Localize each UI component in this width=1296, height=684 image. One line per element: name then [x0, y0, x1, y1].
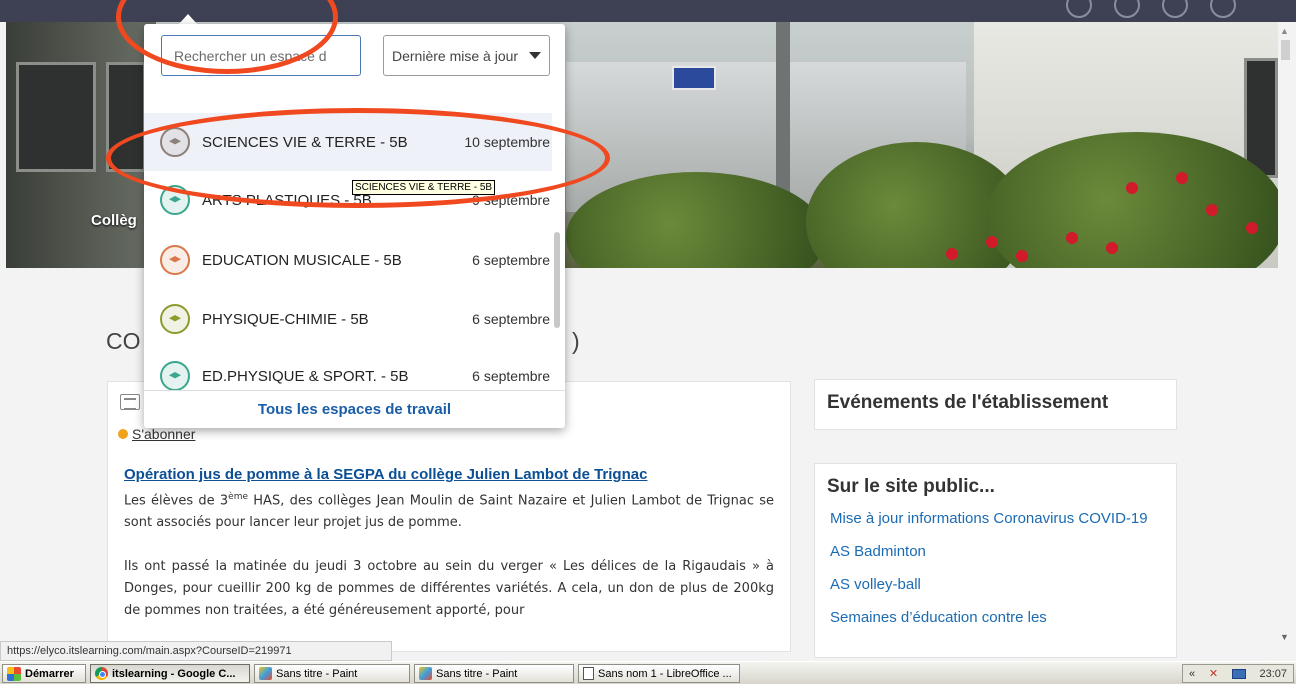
- paint-icon: [419, 667, 432, 680]
- newspaper-icon: [120, 394, 140, 410]
- all-workspaces-link[interactable]: Tous les espaces de travail: [144, 390, 565, 428]
- page-scroll-down-arrow[interactable]: ▼: [1280, 632, 1289, 642]
- libreoffice-icon: [583, 667, 594, 680]
- hero-title: Collèg: [91, 212, 137, 229]
- chevron-down-icon: [529, 52, 541, 59]
- subscribe-label: S'abonner: [132, 426, 196, 442]
- hero-window: [1244, 58, 1278, 178]
- hero-flower: [1126, 182, 1138, 194]
- sort-select-value: Dernière mise à jour: [392, 47, 519, 64]
- windows-logo-icon: [7, 666, 21, 681]
- workspace-item-musique[interactable]: EDUCATION MUSICALE - 5B 6 septembre: [144, 231, 552, 289]
- workspace-item-date: 6 septembre: [472, 252, 550, 268]
- events-card: Evénements de l'établissement: [814, 379, 1177, 430]
- news-article: Opération jus de pomme à la SEGPA du col…: [107, 452, 791, 652]
- workspace-item-date: 6 septembre: [472, 368, 550, 384]
- sort-select[interactable]: Dernière mise à jour: [383, 35, 550, 76]
- tray-expand-button[interactable]: «: [1189, 668, 1195, 680]
- workspace-item-label: ED.PHYSIQUE & SPORT. - 5B: [202, 367, 409, 385]
- page-scroll-up-arrow[interactable]: ▲: [1280, 26, 1289, 36]
- page-title: CO: [106, 328, 141, 354]
- workspace-item-eps[interactable]: ED.PHYSIQUE & SPORT. - 5B 6 septembre: [144, 347, 552, 390]
- start-button[interactable]: Démarrer: [2, 664, 86, 683]
- paint-icon: [259, 667, 272, 680]
- topbar-icon-2[interactable]: [1114, 0, 1140, 18]
- article-paragraph-2: Ils ont passé la matinée du jeudi 3 octo…: [124, 559, 774, 619]
- hero-flower: [1206, 204, 1218, 216]
- article-text: Les élèves de 3: [124, 493, 229, 509]
- events-title: Evénements de l'établissement: [827, 392, 1109, 413]
- course-cap-icon: [160, 361, 190, 390]
- task-label: itslearning - Google C...: [112, 667, 236, 680]
- task-libreoffice[interactable]: Sans nom 1 - LibreOffice ...: [578, 664, 740, 683]
- rss-icon: [118, 429, 128, 439]
- workspace-item-date: 6 septembre: [472, 311, 550, 327]
- dropdown-scrollbar[interactable]: [554, 232, 560, 328]
- hero-flower: [1246, 222, 1258, 234]
- course-cap-icon: [160, 245, 190, 275]
- workspace-item-label: PHYSIQUE-CHIMIE - 5B: [202, 310, 369, 328]
- topbar-icon-3[interactable]: [1162, 0, 1188, 18]
- page-title-tail: ): [572, 328, 580, 354]
- public-link-education[interactable]: Semaines d’éducation contre les: [827, 607, 1164, 629]
- workspace-item-physique[interactable]: PHYSIQUE-CHIMIE - 5B 6 septembre: [144, 290, 552, 348]
- public-link-volleyball[interactable]: AS volley-ball: [827, 574, 1164, 596]
- hero-flower: [1016, 250, 1028, 262]
- workspace-item-partial[interactable]: [144, 88, 552, 101]
- article-title-link[interactable]: Opération jus de pomme à la SEGPA du col…: [124, 466, 774, 483]
- hero-window: [16, 62, 96, 172]
- clock[interactable]: 23:07: [1259, 668, 1287, 680]
- windows-taskbar: Démarrer itslearning - Google C... Sans …: [0, 661, 1296, 684]
- topbar-icon-1[interactable]: [1066, 0, 1092, 18]
- public-link-covid[interactable]: Mise à jour informations Coronavirus COV…: [827, 508, 1164, 530]
- public-site-title: Sur le site public...: [827, 476, 995, 497]
- system-tray: « ✕ 23:07: [1182, 664, 1294, 683]
- network-icon[interactable]: [1231, 668, 1246, 679]
- hero-flower: [1176, 172, 1188, 184]
- page-scrollbar-thumb[interactable]: [1281, 40, 1290, 60]
- hero-flower: [1066, 232, 1078, 244]
- hero-flower: [986, 236, 998, 248]
- course-cap-icon: [160, 304, 190, 334]
- workspace-item-label: EDUCATION MUSICALE - 5B: [202, 251, 402, 269]
- task-label: Sans nom 1 - LibreOffice ...: [598, 667, 732, 680]
- task-label: Sans titre - Paint: [436, 667, 518, 680]
- task-paint-1[interactable]: Sans titre - Paint: [254, 664, 410, 683]
- avatar[interactable]: [1210, 0, 1236, 18]
- task-paint-2[interactable]: Sans titre - Paint: [414, 664, 574, 683]
- annotation-ellipse-svt: [106, 108, 610, 208]
- workspace-dropdown: Dernière mise à jour SCIENCES VIE & TERR…: [144, 24, 565, 428]
- article-paragraph: Les élèves de 3ème HAS, des collèges Jea…: [124, 486, 774, 534]
- hero-sign: [672, 66, 716, 90]
- article-superscript: ème: [228, 492, 249, 502]
- chrome-icon: [95, 667, 108, 680]
- volume-muted-icon[interactable]: ✕: [1209, 667, 1218, 680]
- hero-flower: [1106, 242, 1118, 254]
- topbar-icons: [1066, 0, 1236, 18]
- subscribe-link[interactable]: S'abonner: [118, 426, 195, 442]
- task-chrome[interactable]: itslearning - Google C...: [90, 664, 250, 683]
- task-label: Sans titre - Paint: [276, 667, 358, 680]
- start-label: Démarrer: [25, 667, 74, 680]
- public-site-card: Sur le site public... Mise à jour inform…: [814, 463, 1177, 658]
- hero-flower: [946, 248, 958, 260]
- public-link-badminton[interactable]: AS Badminton: [827, 541, 1164, 563]
- status-bar-url: https://elyco.itslearning.com/main.aspx?…: [0, 641, 392, 661]
